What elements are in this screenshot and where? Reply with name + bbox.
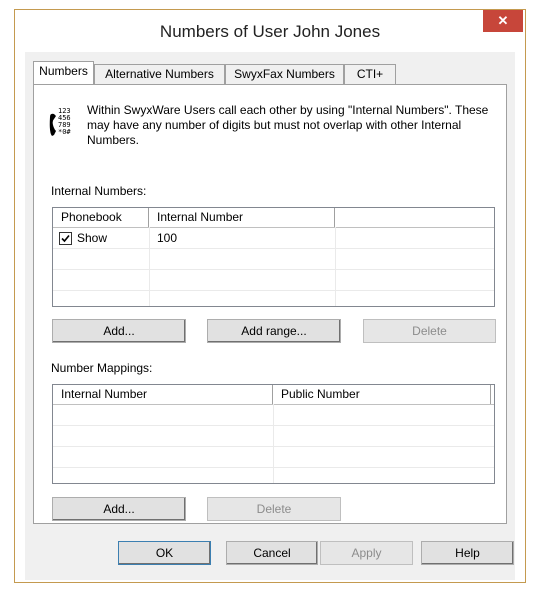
row-divider	[53, 446, 494, 447]
tab-panel-numbers: 123 456 789 *0# Within SwyxWare Users ca…	[33, 84, 507, 524]
cancel-button[interactable]: Cancel	[226, 541, 318, 565]
delete-mapping-button[interactable]: Delete	[207, 497, 341, 521]
svg-text:*0#: *0#	[58, 128, 71, 136]
dialog-window: Numbers of User John Jones ✕ Numbers Alt…	[14, 9, 526, 583]
column-header-phonebook[interactable]: Phonebook	[53, 208, 149, 227]
internal-numbers-list[interactable]: Phonebook Internal Number Show 100	[52, 207, 495, 307]
column-header-internal-number[interactable]: Internal Number	[149, 208, 335, 227]
row-divider	[53, 290, 494, 291]
title-bar[interactable]: Numbers of User John Jones ✕	[15, 10, 525, 52]
apply-button[interactable]: Apply	[320, 541, 413, 565]
tab-swyxfax-numbers[interactable]: SwyxFax Numbers	[225, 64, 344, 84]
dialog-body: Numbers Alternative Numbers SwyxFax Numb…	[25, 52, 515, 580]
internal-number-cell: 100	[157, 231, 178, 245]
window-title: Numbers of User John Jones	[159, 22, 381, 41]
column-header-empty[interactable]	[335, 208, 494, 227]
row-divider	[53, 467, 494, 468]
table-row[interactable]: Show 100	[53, 228, 494, 248]
ok-button[interactable]: OK	[118, 541, 211, 565]
add-range-button[interactable]: Add range...	[207, 319, 341, 343]
column-header-internal-number[interactable]: Internal Number	[53, 385, 273, 404]
row-divider	[53, 269, 494, 270]
phonebook-cell: Show	[77, 231, 108, 245]
internal-numbers-header: Phonebook Internal Number	[53, 208, 494, 228]
number-mappings-list[interactable]: Internal Number Public Number	[52, 384, 495, 484]
column-header-public-number[interactable]: Public Number	[273, 385, 491, 404]
show-in-phonebook-checkbox[interactable]	[59, 232, 72, 245]
close-button[interactable]: ✕	[483, 10, 523, 32]
number-mappings-label: Number Mappings:	[51, 361, 153, 375]
internal-numbers-label: Internal Numbers:	[51, 184, 147, 198]
delete-internal-number-button[interactable]: Delete	[363, 319, 496, 343]
checkmark-icon	[61, 234, 70, 243]
add-mapping-button[interactable]: Add...	[52, 497, 186, 521]
tab-numbers[interactable]: Numbers	[33, 61, 94, 84]
column-divider	[273, 404, 274, 483]
number-mappings-header: Internal Number Public Number	[53, 385, 494, 405]
tab-cti-plus[interactable]: CTI+	[344, 64, 396, 84]
info-text: Within SwyxWare Users call each other by…	[87, 103, 489, 147]
add-internal-number-button[interactable]: Add...	[52, 319, 186, 343]
help-button[interactable]: Help	[421, 541, 514, 565]
phone-keypad-icon: 123 456 789 *0#	[49, 107, 71, 136]
row-divider	[53, 248, 494, 249]
tab-alternative-numbers[interactable]: Alternative Numbers	[94, 64, 225, 84]
row-divider	[53, 425, 494, 426]
